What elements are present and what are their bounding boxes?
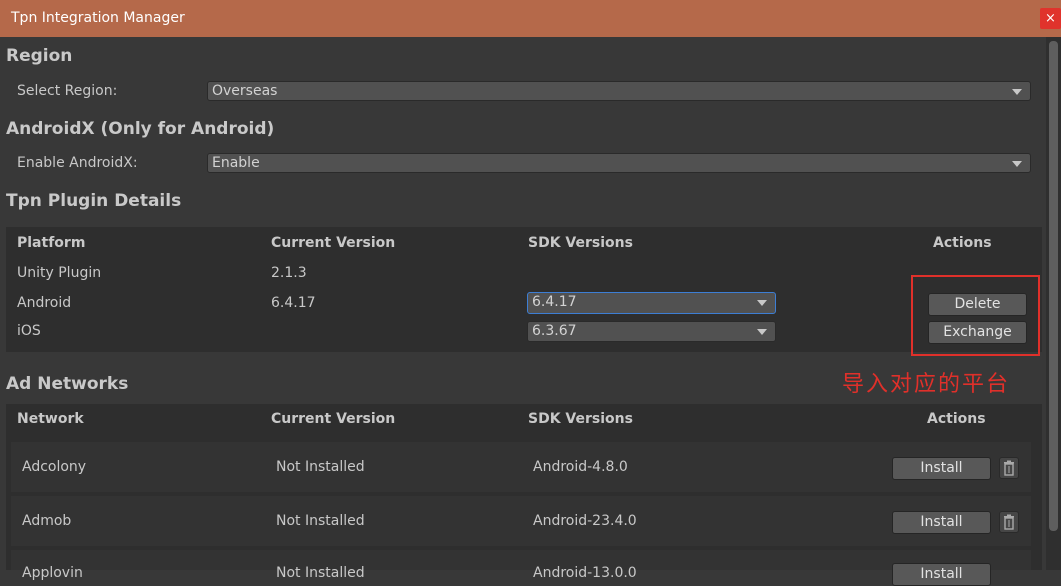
androidx-dropdown[interactable]: Enable [207,153,1031,173]
install-button[interactable]: Install [892,457,991,480]
plugin-header-current: Current Version [271,235,396,251]
plugin-row-current: 2.1.3 [271,265,307,281]
network-name: Admob [22,513,72,529]
content-area: Region Select Region: Overseas AndroidX … [0,37,1046,586]
android-sdk-value: 6.4.17 [532,294,577,310]
ios-sdk-value: 6.3.67 [532,323,577,339]
plugin-details-panel [6,227,1042,352]
plugin-row-platform: iOS [17,323,41,339]
plugin-row-platform: Android [17,295,72,311]
trash-icon-graphic [1004,460,1014,476]
scrollbar-thumb[interactable] [1049,41,1058,531]
network-header-actions: Actions [927,411,986,427]
region-section-title: Region [6,46,73,66]
vertical-scrollbar[interactable] [1046,37,1061,570]
plugin-section-title: Tpn Plugin Details [6,191,182,211]
title-bar: Tpn Integration Manager × [0,0,1061,37]
networks-section-title: Ad Networks [6,374,129,394]
plugin-header-sdk: SDK Versions [528,235,633,251]
window-title: Tpn Integration Manager [11,10,185,26]
network-sdk-version: Android-13.0.0 [533,565,637,581]
android-sdk-dropdown[interactable]: 6.4.17 [527,292,776,314]
plugin-row-current: 6.4.17 [271,295,316,311]
network-name: Applovin [22,565,83,581]
dropdown-arrow-icon [757,329,767,335]
region-dropdown-value: Overseas [212,83,278,99]
close-icon[interactable]: × [1040,8,1061,29]
androidx-section-title: AndroidX (Only for Android) [6,119,275,139]
dropdown-arrow-icon [757,300,767,306]
network-row [11,550,1031,570]
plugin-header-platform: Platform [17,235,86,251]
network-current-version: Not Installed [276,513,365,529]
network-header-network: Network [17,411,84,427]
enable-androidx-label: Enable AndroidX: [17,155,138,171]
network-header-sdk: SDK Versions [528,411,633,427]
annotation-text: 导入对应的平台 [842,372,1011,397]
network-sdk-version: Android-4.8.0 [533,459,628,475]
network-row [11,442,1031,492]
trash-icon[interactable] [999,511,1019,533]
region-dropdown[interactable]: Overseas [207,81,1031,101]
install-button[interactable]: Install [892,511,991,534]
androidx-dropdown-value: Enable [212,155,260,171]
network-sdk-version: Android-23.4.0 [533,513,637,529]
ios-sdk-dropdown[interactable]: 6.3.67 [527,321,776,342]
plugin-header-actions: Actions [933,235,992,251]
dropdown-arrow-icon [1012,161,1022,167]
trash-icon-graphic [1004,514,1014,530]
plugin-row-platform: Unity Plugin [17,265,102,281]
dropdown-arrow-icon [1012,89,1022,95]
close-glyph: × [1045,11,1056,26]
network-name: Adcolony [22,459,87,475]
select-region-label: Select Region: [17,83,118,99]
network-current-version: Not Installed [276,459,365,475]
network-row [11,496,1031,546]
install-button[interactable]: Install [892,563,991,586]
network-current-version: Not Installed [276,565,365,581]
trash-icon[interactable] [999,457,1019,479]
highlight-box [911,275,1040,356]
network-header-current: Current Version [271,411,396,427]
